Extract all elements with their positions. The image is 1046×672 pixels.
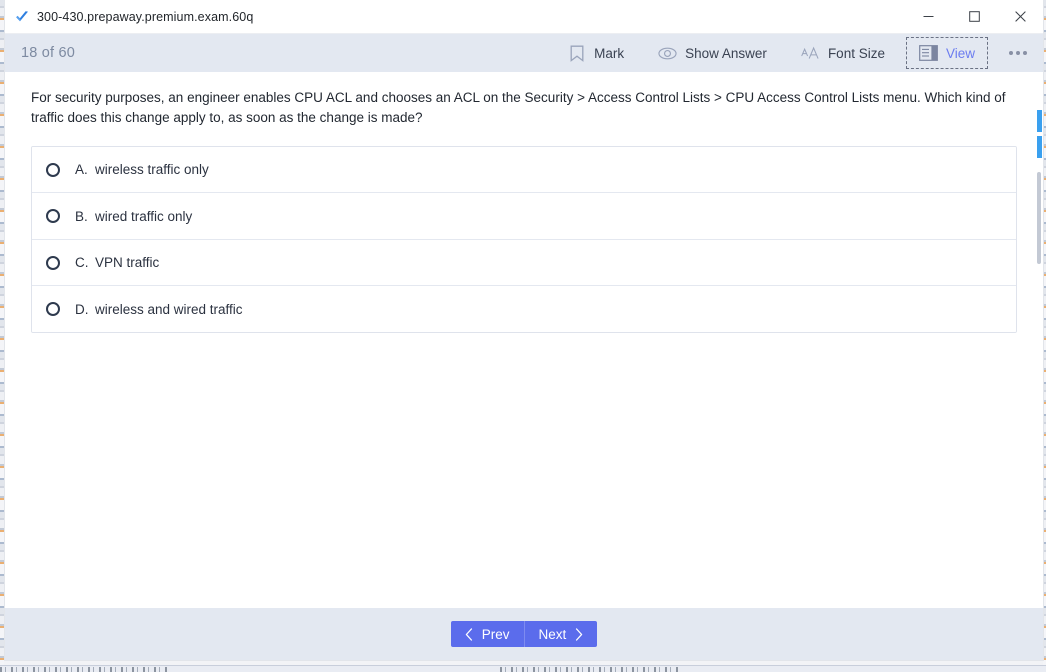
option-letter-c: C.	[75, 255, 89, 271]
chevron-right-icon	[575, 627, 583, 641]
window-title: 300-430.prepaway.premium.exam.60q	[37, 9, 254, 24]
show-answer-button[interactable]: Show Answer	[648, 40, 777, 66]
next-button[interactable]: Next	[524, 621, 598, 647]
maximize-button[interactable]	[951, 0, 997, 33]
close-icon	[1014, 11, 1026, 22]
next-label: Next	[538, 626, 567, 642]
more-options-button[interactable]	[1003, 40, 1033, 66]
toolbar-actions: Mark Show Answer Font Size View	[557, 34, 1043, 72]
content-scrollbar[interactable]	[1035, 72, 1042, 608]
bookmark-icon	[567, 44, 586, 63]
prev-button[interactable]: Prev	[450, 621, 525, 647]
background-taskbar	[0, 665, 1046, 672]
radio-button-a[interactable]	[46, 162, 60, 177]
scroll-marker-top	[1037, 110, 1042, 132]
answer-options-list: A. wireless traffic only B. wired traffi…	[31, 145, 1017, 333]
ellipsis-icon	[1009, 51, 1027, 55]
mark-label: Mark	[594, 45, 625, 61]
taskbar-content-left	[0, 667, 170, 672]
question-text: For security purposes, an engineer enabl…	[31, 90, 1006, 125]
radio-button-d[interactable]	[46, 302, 60, 317]
scrollbar-thumb[interactable]	[1037, 172, 1041, 264]
option-text-b: wired traffic only	[95, 208, 193, 224]
eye-icon	[658, 44, 677, 63]
minimize-icon	[923, 16, 933, 17]
chevron-left-icon	[465, 627, 473, 641]
answer-option-b[interactable]: B. wired traffic only	[32, 193, 1016, 240]
show-answer-label: Show Answer	[685, 45, 767, 61]
maximize-icon	[968, 11, 980, 22]
window-controls	[905, 0, 1043, 33]
navigation-button-group: Prev Next	[450, 621, 598, 647]
radio-button-b[interactable]	[46, 209, 60, 224]
exam-toolbar: 18 of 60 Mark Show Answer Font Size View	[5, 34, 1043, 72]
view-layout-icon	[919, 44, 938, 63]
scroll-marker-bottom	[1037, 136, 1042, 158]
option-letter-a: A.	[75, 162, 88, 178]
answer-option-a[interactable]: A. wireless traffic only	[32, 146, 1016, 194]
option-text-c: VPN traffic	[95, 255, 160, 271]
background-window-sliver-left	[0, 0, 4, 672]
font-size-label: Font Size	[827, 45, 885, 61]
mark-button[interactable]: Mark	[557, 40, 634, 66]
minimize-button[interactable]	[905, 0, 951, 33]
option-text-d: wireless and wired traffic	[95, 301, 243, 317]
exam-application-window: 300-430.prepaway.premium.exam.60q 18 of …	[5, 0, 1043, 660]
question-counter: 18 of 60	[21, 45, 76, 61]
view-button[interactable]: View	[905, 37, 989, 69]
screen-root: 300-430.prepaway.premium.exam.60q 18 of …	[0, 0, 1046, 672]
close-button[interactable]	[997, 0, 1043, 33]
option-letter-d: D.	[75, 301, 89, 317]
option-text-a: wireless traffic only	[95, 162, 209, 178]
font-size-button[interactable]: Font Size	[791, 40, 895, 66]
answer-option-d[interactable]: D. wireless and wired traffic	[32, 286, 1016, 332]
prev-label: Prev	[481, 626, 510, 642]
font-size-aa-icon	[801, 44, 820, 63]
answer-option-c[interactable]: C. VPN traffic	[32, 239, 1016, 287]
view-label: View	[945, 45, 975, 61]
taskbar-content-right	[500, 667, 680, 672]
question-content-area: For security purposes, an engineer enabl…	[5, 72, 1043, 608]
title-bar: 300-430.prepaway.premium.exam.60q	[5, 0, 1043, 34]
navigation-footer: Prev Next	[5, 608, 1043, 660]
radio-button-c[interactable]	[46, 255, 60, 270]
blue-checkmark-icon	[13, 8, 30, 25]
option-letter-b: B.	[75, 208, 88, 224]
